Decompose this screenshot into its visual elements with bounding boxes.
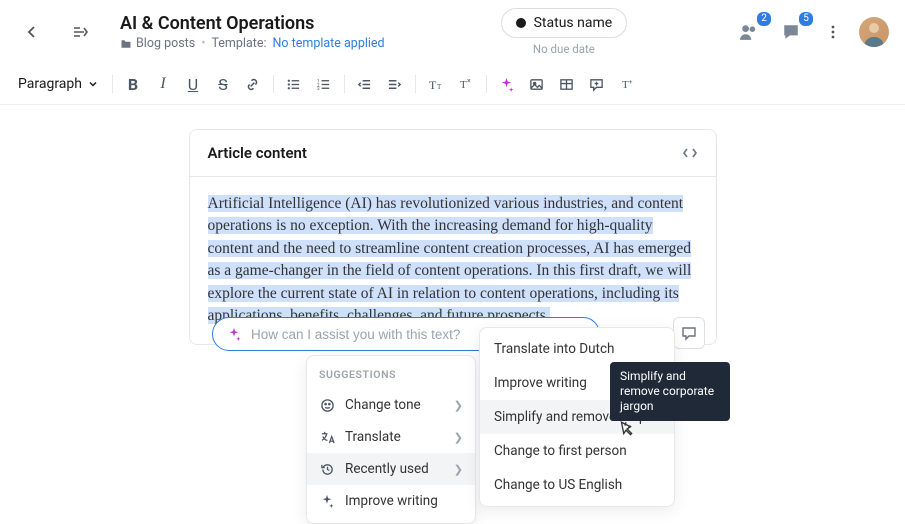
bold-button[interactable]: B [119, 70, 147, 98]
block-format-select[interactable]: Paragraph [10, 72, 106, 96]
chevron-right-icon: ❯ [454, 463, 463, 476]
meta-separator: • [201, 36, 205, 51]
insert-comment-button[interactable] [673, 317, 705, 349]
breadcrumb-folder[interactable]: Blog posts [120, 36, 195, 51]
status-name: Status name [534, 15, 613, 31]
svg-text:+: + [629, 79, 633, 86]
ai-assist-button[interactable] [493, 70, 521, 98]
history-icon [319, 462, 335, 477]
more-menu-button[interactable] [817, 16, 849, 48]
content-card: Article content Artificial Intelligence … [189, 129, 717, 345]
menu-item-translate[interactable]: Translate ❯ [307, 421, 475, 453]
translate-icon [319, 430, 335, 445]
comments-button[interactable]: 5 [775, 16, 807, 48]
link-button[interactable] [239, 70, 267, 98]
recent-item-first-person[interactable]: Change to first person [480, 434, 674, 468]
code-view-button[interactable] [682, 145, 698, 161]
comments-badge: 5 [799, 12, 813, 26]
recent-item-translate-dutch[interactable]: Translate into Dutch [480, 332, 674, 366]
menu-item-recently-used[interactable]: Recently used ❯ [307, 453, 475, 485]
template-label: Template: [211, 36, 266, 51]
comment-button[interactable] [583, 70, 611, 98]
font-size-button[interactable]: TT [422, 70, 450, 98]
selected-text: Artificial Intelligence (AI) has revolut… [208, 195, 692, 324]
text-style-button[interactable]: T+ [613, 70, 641, 98]
template-link[interactable]: No template applied [273, 36, 385, 51]
sparkle-icon [319, 494, 335, 508]
svg-text:3: 3 [317, 86, 320, 92]
people-badge: 2 [757, 12, 771, 26]
numbered-list-button[interactable]: 123 [310, 70, 338, 98]
status-dot-icon [516, 18, 526, 28]
svg-text:T: T [622, 79, 629, 91]
menu-item-label: Recently used [345, 461, 429, 477]
chevron-right-icon: ❯ [454, 431, 463, 444]
format-label: Paragraph [18, 76, 82, 92]
page-title: AI & Content Operations [120, 13, 385, 34]
underline-button[interactable]: U [179, 70, 207, 98]
menu-item-label: Change tone [345, 397, 421, 413]
bullet-list-button[interactable] [280, 70, 308, 98]
card-title: Article content [208, 144, 307, 162]
svg-text:×: × [467, 77, 471, 85]
expand-sidebar-button[interactable] [64, 16, 96, 48]
svg-text:T: T [429, 78, 437, 92]
suggestions-menu: SUGGESTIONS Change tone ❯ Translate ❯ Re… [306, 355, 476, 524]
outdent-button[interactable] [351, 70, 379, 98]
svg-text:T: T [460, 79, 467, 91]
folder-label: Blog posts [136, 36, 195, 51]
tooltip: Simplify and remove corporate jargon [610, 362, 730, 421]
chevron-right-icon: ❯ [454, 399, 463, 412]
editor-toolbar: Paragraph B I U S 123 TT T× T+ [0, 64, 905, 105]
clear-format-button[interactable]: T× [452, 70, 480, 98]
menu-item-label: Improve writing [345, 493, 438, 509]
strikethrough-button[interactable]: S [209, 70, 237, 98]
menu-item-label: Translate [345, 429, 401, 445]
menu-item-change-tone[interactable]: Change tone ❯ [307, 389, 475, 421]
italic-button[interactable]: I [149, 70, 177, 98]
image-button[interactable] [523, 70, 551, 98]
smile-icon [319, 398, 335, 413]
indent-button[interactable] [381, 70, 409, 98]
recent-item-us-english[interactable]: Change to US English [480, 468, 674, 502]
avatar[interactable] [859, 17, 889, 47]
table-button[interactable] [553, 70, 581, 98]
suggestions-heading: SUGGESTIONS [307, 362, 475, 389]
back-button[interactable] [16, 16, 48, 48]
chevron-down-icon [88, 79, 98, 89]
menu-item-improve-writing[interactable]: Improve writing [307, 485, 475, 517]
due-date: No due date [533, 42, 595, 56]
svg-text:T: T [437, 83, 442, 91]
sparkle-icon [227, 327, 241, 341]
people-button[interactable]: 2 [733, 16, 765, 48]
status-pill[interactable]: Status name [501, 8, 628, 38]
